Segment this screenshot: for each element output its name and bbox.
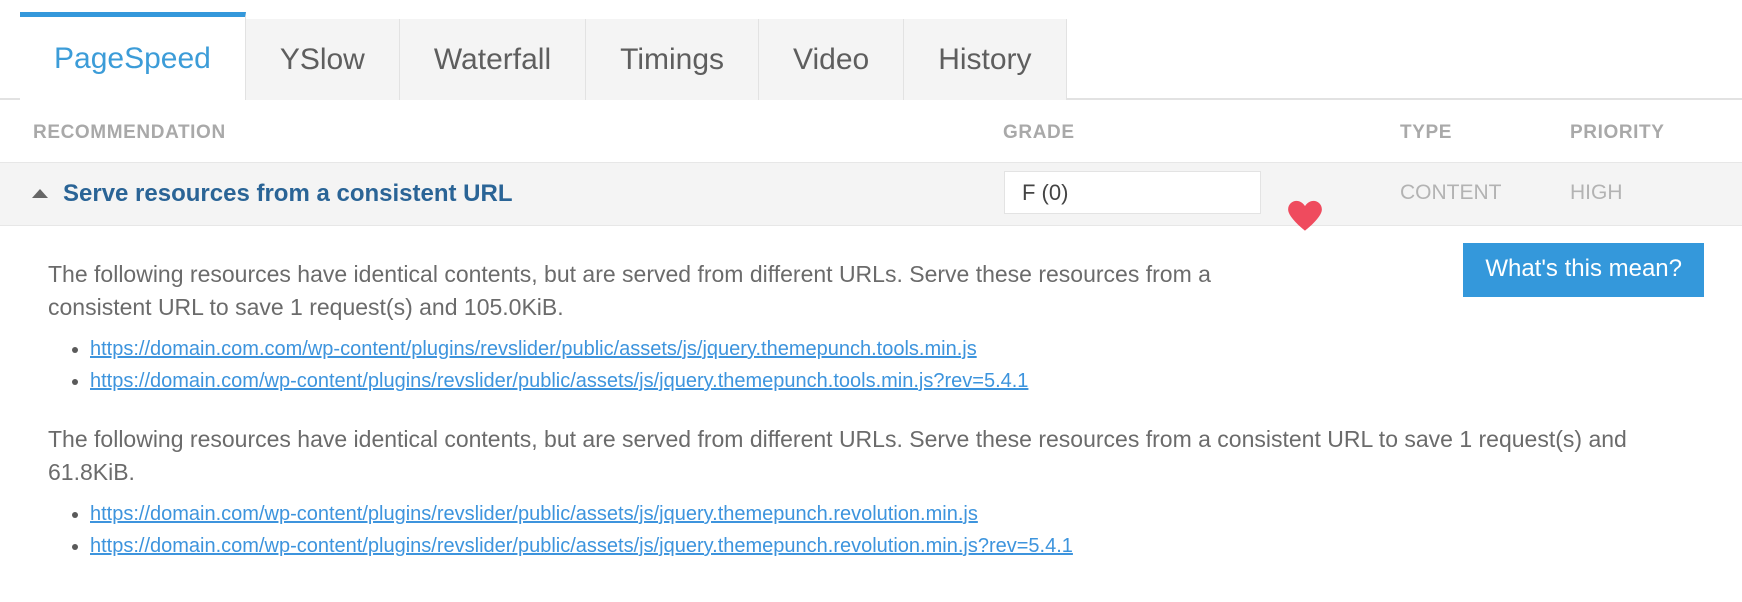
grade-input[interactable]: F (0)	[1004, 171, 1261, 214]
column-header-recommendation: RECOMMENDATION	[33, 122, 226, 144]
resource-url-link[interactable]: https://domain.com.com/wp-content/plugin…	[90, 338, 977, 360]
resource-url-link[interactable]: https://domain.com/wp-content/plugins/re…	[90, 535, 1073, 557]
tab-timings[interactable]: Timings	[586, 19, 759, 100]
whats-this-mean-button[interactable]: What's this mean?	[1463, 243, 1704, 297]
tab-label: PageSpeed	[54, 42, 211, 76]
detail-paragraph-1: The following resources have identical c…	[0, 258, 1360, 324]
list-item: https://domain.com.com/wp-content/plugin…	[90, 336, 1742, 364]
grade-value: F (0)	[1022, 180, 1068, 206]
tab-yslow[interactable]: YSlow	[246, 19, 400, 100]
column-header-type: TYPE	[1400, 122, 1452, 144]
list-item: https://domain.com/wp-content/plugins/re…	[90, 368, 1742, 396]
tab-history[interactable]: History	[904, 19, 1066, 100]
tab-bar: PageSpeed YSlow Waterfall Timings Video …	[0, 0, 1742, 100]
recommendation-type: CONTENT	[1400, 181, 1502, 205]
column-header-priority: PRIORITY	[1570, 122, 1665, 144]
column-header-row: RECOMMENDATION GRADE TYPE PRIORITY	[0, 100, 1742, 162]
recommendation-title[interactable]: Serve resources from a consistent URL	[63, 177, 513, 211]
detail-paragraph-2: The following resources have identical c…	[0, 423, 1720, 489]
pagespeed-results-panel: PageSpeed YSlow Waterfall Timings Video …	[0, 0, 1742, 602]
tab-label: History	[938, 43, 1031, 77]
caret-up-icon[interactable]	[32, 189, 48, 198]
tab-waterfall[interactable]: Waterfall	[400, 19, 586, 100]
tab-label: Video	[793, 43, 869, 77]
column-header-grade: GRADE	[1003, 122, 1075, 144]
list-item: https://domain.com/wp-content/plugins/re…	[90, 501, 1742, 529]
list-item: https://domain.com/wp-content/plugins/re…	[90, 533, 1742, 561]
resource-url-link[interactable]: https://domain.com/wp-content/plugins/re…	[90, 503, 978, 525]
recommendation-priority: HIGH	[1570, 181, 1623, 205]
url-list-1: https://domain.com.com/wp-content/plugin…	[0, 336, 1742, 396]
tab-video[interactable]: Video	[759, 19, 904, 100]
url-list-2: https://domain.com/wp-content/plugins/re…	[0, 501, 1742, 561]
tab-label: YSlow	[280, 43, 365, 77]
recommendation-row[interactable]: Serve resources from a consistent URL F …	[0, 162, 1742, 226]
recommendation-detail: What's this mean? The following resource…	[0, 226, 1742, 561]
tab-pagespeed[interactable]: PageSpeed	[20, 12, 246, 100]
resource-url-link[interactable]: https://domain.com/wp-content/plugins/re…	[90, 370, 1028, 392]
tab-label: Waterfall	[434, 43, 551, 77]
tab-label: Timings	[620, 43, 724, 77]
